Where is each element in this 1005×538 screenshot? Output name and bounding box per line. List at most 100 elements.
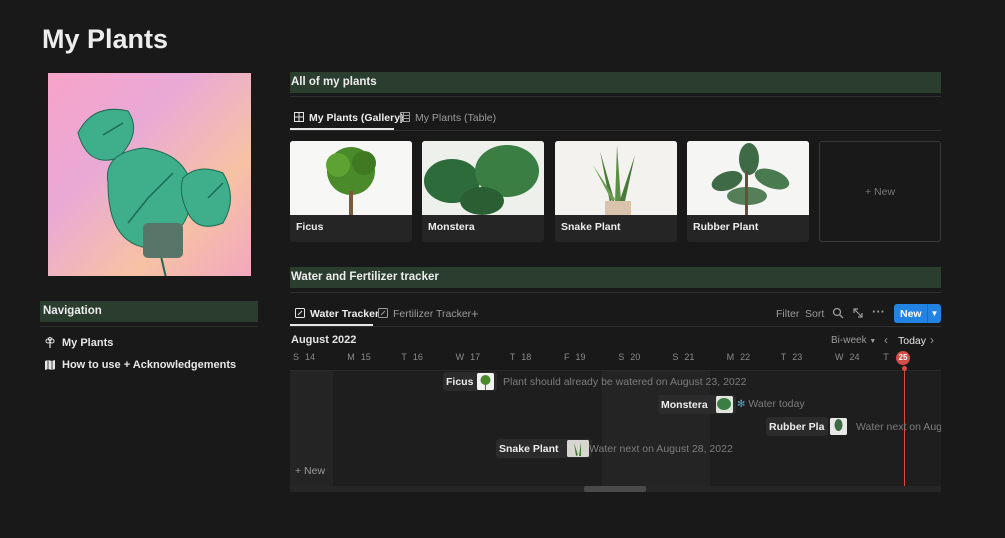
day-number: 18 (521, 352, 532, 362)
day-header: M 15 (347, 352, 371, 362)
plant-card-rubber-plant[interactable]: Rubber Plant (687, 141, 809, 242)
item-note: Water today (748, 398, 805, 410)
more-options-icon[interactable]: ··· (872, 304, 885, 319)
search-icon[interactable] (832, 307, 844, 322)
nav-item-how-to-use[interactable]: How to use + Acknowledgements (44, 356, 236, 374)
day-header: S 20 (618, 352, 640, 362)
map-icon (44, 359, 56, 371)
timeline-new-button[interactable]: + New (295, 465, 325, 477)
droplet-icon: ✻ (737, 398, 746, 410)
range-label: Bi-week (831, 335, 867, 346)
day-letter: T (509, 352, 516, 362)
page-title: My Plants (42, 24, 169, 54)
chevron-down-icon: ▼ (869, 338, 877, 345)
monstera-cover-image (48, 73, 251, 276)
plant-card-ficus[interactable]: Ficus (290, 141, 412, 242)
rubber-plant-thumbnail (830, 418, 847, 435)
monstera-image (422, 141, 544, 215)
timeline-item-monstera[interactable]: Monstera (658, 395, 736, 414)
plant-card-snake-plant[interactable]: Snake Plant (555, 141, 677, 242)
day-header: T 23 (781, 352, 803, 362)
timeline-icon (295, 307, 305, 321)
day-letter: W (835, 352, 844, 362)
sort-button[interactable]: Sort (805, 308, 824, 320)
filter-button[interactable]: Filter (776, 308, 799, 320)
card-title: Ficus (296, 221, 324, 233)
rubber-plant-image (687, 141, 809, 215)
nav-item-my-plants[interactable]: My Plants (44, 334, 113, 352)
day-header: W 17 (456, 352, 481, 362)
day-letter: S (672, 352, 679, 362)
day-header: F 19 (564, 352, 586, 362)
day-header: W 24 (835, 352, 860, 362)
day-letter: S (618, 352, 625, 362)
day-number: 21 (684, 352, 695, 362)
ficus-thumbnail (477, 373, 495, 390)
monstera-thumbnail (715, 396, 733, 413)
item-title: Monstera (661, 398, 708, 411)
timeline-item-ficus[interactable]: Ficus (443, 372, 498, 391)
chevron-right-icon[interactable]: › (930, 333, 934, 347)
plant-icon (44, 337, 56, 349)
day-number: 22 (740, 352, 751, 362)
day-number: 17 (470, 352, 481, 362)
ficus-image (290, 141, 412, 215)
today-button[interactable]: Today (898, 335, 926, 347)
new-entry-button[interactable]: New ▼ (894, 304, 941, 323)
chevron-down-icon[interactable]: ▼ (927, 304, 941, 323)
scrollbar-thumb[interactable] (584, 486, 646, 492)
day-letter: M (726, 352, 735, 362)
chevron-left-icon[interactable]: ‹ (884, 333, 888, 347)
timeline-item-rubber-plant[interactable]: Rubber Plant (766, 417, 828, 436)
day-number: 24 (849, 352, 860, 362)
item-title: Ficus (446, 375, 474, 388)
timeline-icon (378, 307, 388, 321)
day-letter: S (293, 352, 300, 362)
gallery-icon (294, 111, 304, 125)
day-header: M 22 (727, 352, 751, 362)
item-note: Water next on August 28, 2022 (589, 443, 733, 455)
tab-label: My Plants (Gallery) (309, 112, 404, 124)
divider (40, 326, 258, 327)
range-selector[interactable]: Bi-week ▼ (831, 335, 876, 346)
tab-my-plants-gallery[interactable]: My Plants (Gallery) (294, 108, 404, 128)
snake-plant-image (555, 141, 677, 215)
water-today-note: ✻ Water today (737, 398, 805, 410)
day-letter: W (455, 352, 465, 362)
card-title: Rubber Plant (693, 221, 759, 233)
day-letter: T (401, 352, 407, 362)
navigation-header: Navigation (40, 301, 258, 322)
card-title: Monstera (428, 221, 475, 233)
day-number: 15 (360, 352, 371, 362)
divider (290, 370, 941, 371)
add-card-button[interactable]: + New (819, 141, 941, 242)
tracker-section-header: Water and Fertilizer tracker (290, 267, 941, 288)
table-icon (400, 111, 410, 125)
add-view-button[interactable]: + (471, 306, 479, 321)
today-date-badge: 25 (896, 351, 910, 365)
plant-card-monstera[interactable]: Monstera (422, 141, 544, 242)
tab-label: Water Tracker (310, 308, 380, 320)
timeline-item-snake-plant[interactable]: Snake Plant (496, 439, 592, 458)
day-header: T (883, 352, 889, 362)
day-header: S 14 (293, 352, 315, 362)
tab-water-tracker[interactable]: Water Tracker (295, 304, 379, 324)
tab-my-plants-table[interactable]: My Plants (Table) (400, 108, 496, 128)
item-note: Plant should already be watered on Augus… (503, 376, 747, 388)
snake-plant-thumbnail (566, 440, 589, 457)
divider (290, 326, 941, 327)
expand-icon[interactable] (852, 307, 864, 322)
item-title: Rubber Plant (769, 420, 825, 433)
divider (290, 96, 941, 97)
today-marker-dot (902, 366, 907, 371)
day-number: 19 (575, 352, 586, 362)
tab-label: My Plants (Table) (415, 112, 497, 124)
item-title: Snake Plant (499, 442, 559, 455)
day-letter: M (347, 352, 355, 362)
tab-fertilizer-tracker[interactable]: Fertilizer Tracker (378, 304, 471, 324)
card-title: Snake Plant (561, 221, 621, 233)
day-number: 14 (305, 352, 316, 362)
day-number: 23 (792, 352, 803, 362)
nav-item-label: How to use + Acknowledgements (62, 359, 237, 371)
gallery-section-header: All of my plants (290, 72, 941, 93)
